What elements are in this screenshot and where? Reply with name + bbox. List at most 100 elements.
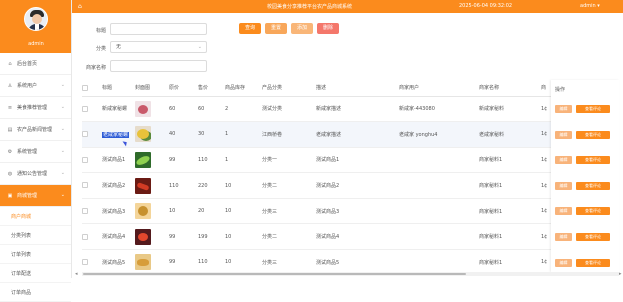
- sidebar-item[interactable]: ▣ 商城管理 ⌄: [0, 185, 71, 207]
- chevron-icon: ⌄: [60, 192, 65, 198]
- cell-merchant-name: 商家秘料1: [479, 147, 541, 174]
- table-row[interactable]: 测试商品3 10 20 10 分类三 测试商品3 商家秘料1 1¢: [82, 198, 553, 225]
- edit-button[interactable]: 编辑: [555, 130, 572, 139]
- edit-button[interactable]: 编辑: [555, 233, 572, 241]
- user-menu[interactable]: admin ▾: [580, 3, 600, 9]
- product-thumbnail[interactable]: [135, 177, 151, 194]
- view-reviews-button[interactable]: 查看评论: [576, 233, 610, 241]
- shop-icon: ▣: [7, 192, 13, 199]
- column-header[interactable]: 售价: [198, 80, 225, 97]
- select-all-checkbox[interactable]: [82, 84, 88, 91]
- sidebar-subitem[interactable]: 订单配送: [0, 264, 71, 283]
- view-reviews-button[interactable]: 查看评论: [576, 156, 610, 165]
- table-row[interactable]: 测试商品4 99 199 10 分类二 测试商品4 商家秘料1 1¢: [82, 223, 553, 251]
- cell-merchant-user: [399, 172, 479, 199]
- product-thumbnail[interactable]: [135, 203, 151, 220]
- table-row[interactable]: 测试商品2 110 220 10 分类二 测试商品2 商家秘料1 1¢: [82, 172, 553, 199]
- title-filter-input[interactable]: [110, 23, 207, 35]
- product-thumbnail[interactable]: [135, 151, 151, 168]
- view-reviews-button[interactable]: 查看评论: [576, 207, 610, 216]
- cell-stock: 10: [225, 249, 262, 272]
- column-header: 封面图: [135, 80, 169, 97]
- sidebar-item[interactable]: ⌂ 后台首页: [0, 53, 71, 75]
- cell-title: 测试商品5: [102, 259, 126, 266]
- cell-title: 测试商品3: [102, 208, 126, 215]
- cell-description: 测试商品2: [316, 172, 399, 199]
- edit-button[interactable]: 编辑: [555, 181, 572, 190]
- cell-title: 测试商品4: [102, 234, 126, 241]
- view-reviews-button[interactable]: 查看评论: [576, 181, 610, 190]
- product-thumbnail[interactable]: [135, 254, 151, 271]
- sidebar-subitem[interactable]: 订单列表: [0, 245, 71, 264]
- sidebar-subitem[interactable]: 分类列表: [0, 226, 71, 245]
- scroll-left-icon[interactable]: ◂: [75, 271, 78, 277]
- sidebar-item[interactable]: ▤ 农产品新闻管理 ⌄: [0, 119, 71, 141]
- row-checkbox[interactable]: [82, 259, 88, 266]
- add-button[interactable]: 添加: [291, 23, 313, 34]
- sidebar: admin ⌂ 后台首页 ♙ 系统用户 ⌄ ≡ 美食推荐管理 ⌄ ▤ 农产品新闻管理 ⌄ ⚙ 系统管理 ⌄…: [0, 0, 72, 302]
- view-reviews-button[interactable]: 查看评论: [576, 258, 610, 267]
- cell-title: 老咸家秘螺: [102, 131, 130, 138]
- cell-merchant-name: 新咸家秘料: [479, 96, 541, 123]
- column-header[interactable]: 产品分类: [262, 80, 316, 97]
- cell-original-price: 40: [169, 121, 198, 148]
- column-header[interactable]: 标题: [102, 80, 135, 97]
- scroll-right-icon[interactable]: ▸: [619, 271, 622, 277]
- bell-icon: ◍: [7, 170, 13, 177]
- cell-category: 测试分类: [262, 96, 316, 123]
- cell-price: 110: [198, 249, 225, 272]
- table-row[interactable]: 测试商品1 99 110 1 分类一 测试商品1 商家秘料1 1¢: [82, 147, 553, 174]
- cell-title: 新咸家秘螺: [102, 106, 128, 113]
- row-checkbox[interactable]: [82, 182, 88, 189]
- sidebar-item[interactable]: ⚙ 系统管理 ⌄: [0, 141, 71, 163]
- reset-button[interactable]: 重置: [265, 23, 287, 34]
- edit-button[interactable]: 编辑: [555, 156, 572, 165]
- row-checkbox[interactable]: [82, 207, 88, 214]
- edit-button[interactable]: 编辑: [555, 258, 572, 267]
- column-header[interactable]: 商家名称: [479, 80, 541, 97]
- sidebar-item-label: 系统用户: [17, 83, 38, 89]
- row-checkbox[interactable]: [82, 233, 88, 240]
- row-checkbox[interactable]: [82, 131, 88, 138]
- cell-merchant-user: [399, 198, 479, 225]
- edit-button[interactable]: 编辑: [555, 207, 572, 216]
- view-reviews-button[interactable]: 查看评论: [576, 130, 610, 139]
- sidebar-item[interactable]: ≡ 美食推荐管理 ⌄: [0, 97, 71, 119]
- table-row[interactable]: 老咸家秘螺 40 30 1 江西桥卷 老咸家描述 老咸家 yonghu4 老咸家秘料 1¢: [82, 121, 553, 148]
- user-icon: ♙: [7, 82, 13, 89]
- sidebar-subitem[interactable]: 商户商城: [0, 207, 71, 226]
- column-header: 描述: [316, 80, 399, 97]
- cell-original-price: 99: [169, 147, 198, 174]
- edit-button[interactable]: 编辑: [555, 105, 572, 113]
- column-header[interactable]: 商品库存: [225, 80, 262, 97]
- horizontal-scrollbar[interactable]: [82, 272, 619, 276]
- row-checkbox[interactable]: [82, 105, 88, 112]
- cell-stock: 10: [225, 223, 262, 251]
- current-datetime: 2025-06-04 09:32:02: [459, 3, 513, 9]
- avatar[interactable]: [24, 7, 48, 31]
- cell-merchant-user: [399, 249, 479, 272]
- column-header[interactable]: 原价: [169, 80, 198, 97]
- delete-button[interactable]: 删除: [317, 23, 339, 34]
- query-button[interactable]: 查询: [239, 23, 261, 34]
- product-thumbnail[interactable]: [135, 228, 151, 245]
- view-reviews-button[interactable]: 查看评论: [576, 105, 610, 113]
- cell-merchant-name: 商家秘料1: [479, 172, 541, 199]
- cell-description: 测试商品5: [316, 249, 399, 272]
- cell-category: 分类二: [262, 223, 316, 251]
- cell-original-price: 10: [169, 198, 198, 225]
- table-row[interactable]: 新咸家秘螺 60 60 2 测试分类 新咸家描述 新咸家-443080 新咸家秘料 1¢: [82, 96, 553, 123]
- row-checkbox[interactable]: [82, 156, 88, 163]
- sidebar-item[interactable]: ♙ 系统用户 ⌄: [0, 75, 71, 97]
- product-thumbnail[interactable]: [135, 126, 151, 143]
- sidebar-item[interactable]: ◍ 通知公告管理 ⌄: [0, 163, 71, 185]
- column-header[interactable]: 商家用户: [399, 80, 479, 97]
- category-select[interactable]: 无 ⌄: [110, 41, 207, 53]
- table-row[interactable]: 测试商品5 99 110 10 分类三 测试商品5 商家秘料1 1¢: [82, 249, 553, 272]
- sidebar-subitem[interactable]: 订单商品: [0, 283, 71, 302]
- merchant-filter-input[interactable]: [110, 60, 207, 72]
- scrollbar-thumb[interactable]: [83, 273, 466, 275]
- cell-title: 测试商品1: [102, 157, 126, 164]
- chevron-down-icon: ⌄: [197, 44, 202, 50]
- product-thumbnail[interactable]: [135, 100, 151, 117]
